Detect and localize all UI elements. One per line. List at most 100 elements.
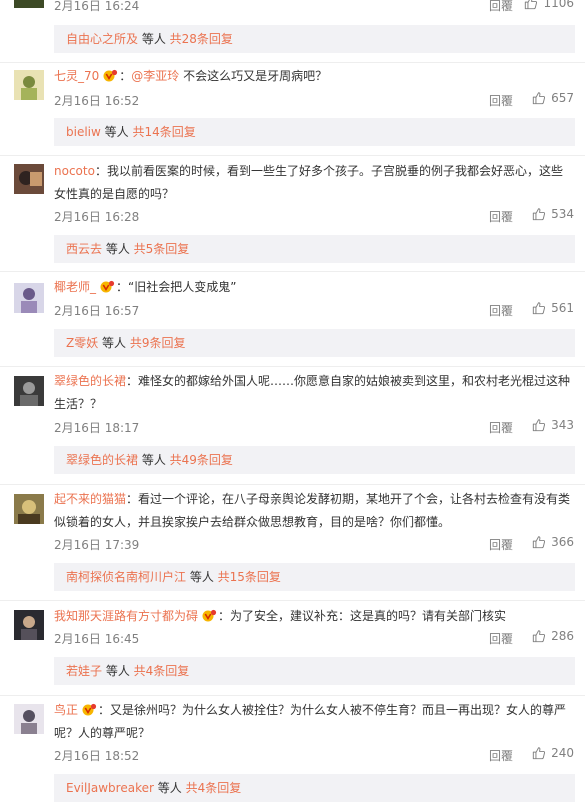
- reply-button[interactable]: 回覆: [489, 419, 513, 436]
- sub-reply-user[interactable]: 西云去: [66, 242, 102, 256]
- comment-text: 我以前看医案的时候，看到一些生了好多个孩子。子宫脱垂的例子我都会好恶心，这些女性…: [54, 164, 563, 201]
- comment-username[interactable]: 起不来的猫猫: [54, 492, 126, 506]
- divider: [0, 155, 585, 156]
- like-button[interactable]: 657: [532, 91, 574, 105]
- comment-username[interactable]: 鸟正: [54, 703, 78, 717]
- avatar[interactable]: [14, 376, 44, 406]
- comment-username[interactable]: 椰老师_: [54, 280, 96, 294]
- sub-reply-user[interactable]: 若娃子: [66, 664, 102, 678]
- like-count: 534: [551, 207, 574, 221]
- comment-separator: ：: [116, 280, 129, 294]
- reply-button[interactable]: 回覆: [489, 92, 513, 109]
- sub-reply-more-link[interactable]: 共49条回复: [170, 453, 233, 467]
- comment-body: 翠绿色的长裙：难怪女的都嫁给外国人呢……你愿意自家的姑娘被卖到这里，和农村老光棍…: [54, 370, 573, 416]
- divider: [0, 600, 585, 601]
- avatar[interactable]: [14, 0, 44, 8]
- like-count: 561: [551, 301, 574, 315]
- sub-reply-more-link[interactable]: 共14条回复: [132, 125, 195, 139]
- thumbs-up-icon: [532, 746, 546, 760]
- reply-button[interactable]: 回覆: [489, 302, 513, 319]
- thumbs-up-icon: [532, 91, 546, 105]
- comment-separator: ：: [126, 374, 139, 388]
- sub-replies-bar[interactable]: 南柯探侦名南柯川户江 等人 共15条回复: [54, 563, 575, 591]
- like-button[interactable]: 366: [532, 535, 574, 549]
- like-count: 657: [551, 91, 574, 105]
- sub-replies-bar[interactable]: 翠绿色的长裙 等人 共49条回复: [54, 446, 575, 474]
- like-button[interactable]: 534: [532, 207, 574, 221]
- like-button[interactable]: 286: [532, 629, 574, 643]
- reply-button[interactable]: 回覆: [489, 747, 513, 764]
- comment-date: 2月16日 17:39: [54, 538, 140, 552]
- like-count: 286: [551, 629, 574, 643]
- thumbs-up-icon: [532, 629, 546, 643]
- reply-button[interactable]: 回覆: [489, 0, 513, 14]
- like-button[interactable]: 561: [532, 301, 574, 315]
- sub-replies-bar[interactable]: EvilJawbreaker 等人 共4条回复: [54, 774, 575, 802]
- avatar[interactable]: [14, 70, 44, 100]
- sub-replies-bar[interactable]: 自由心之所及 等人 共28条回复: [54, 25, 575, 53]
- reply-button[interactable]: 回覆: [489, 630, 513, 647]
- divider: [0, 271, 585, 272]
- like-button[interactable]: 343: [532, 418, 574, 432]
- comment-username[interactable]: 我知那天涯路有方寸都为碍: [54, 609, 198, 623]
- sub-reply-mid: 等人: [102, 664, 134, 678]
- avatar[interactable]: [14, 610, 44, 640]
- avatar[interactable]: [14, 704, 44, 734]
- vip-badge-icon: [80, 703, 97, 716]
- sub-replies-bar[interactable]: 若娃子 等人 共4条回复: [54, 657, 575, 685]
- divider: [0, 484, 585, 485]
- comment-text: 又是徐州吗？为什么女人被拴住？为什么女人被不停生育？而且一再出现？女人的尊严呢？…: [54, 703, 567, 740]
- avatar[interactable]: [14, 164, 44, 194]
- sub-reply-user[interactable]: 翠绿色的长裙: [66, 453, 138, 467]
- sub-reply-user[interactable]: EvilJawbreaker: [66, 781, 154, 795]
- comment-body: 七灵_70 ：@李亚玲 不会这么巧又是牙周病吧？: [54, 65, 573, 88]
- avatar[interactable]: [14, 494, 44, 524]
- sub-replies-bar[interactable]: 西云去 等人 共5条回复: [54, 235, 575, 263]
- sub-reply-mid: 等人: [102, 242, 134, 256]
- sub-reply-more-link[interactable]: 共5条回复: [134, 242, 190, 256]
- thumbs-up-icon: [532, 207, 546, 221]
- sub-reply-more-link[interactable]: 共28条回复: [170, 32, 233, 46]
- thumbs-up-icon: [532, 418, 546, 432]
- comment-separator: ：: [94, 164, 107, 178]
- vip-badge-icon: [98, 280, 115, 293]
- reply-button[interactable]: 回覆: [489, 536, 513, 553]
- divider: [0, 62, 585, 63]
- sub-reply-more-link[interactable]: 共15条回复: [218, 570, 281, 584]
- comment-body: nocoto：我以前看医案的时候，看到一些生了好多个孩子。子宫脱垂的例子我都会好…: [54, 160, 573, 206]
- comment-separator: ：: [218, 609, 231, 623]
- like-count: 240: [551, 746, 574, 760]
- like-count: 366: [551, 535, 574, 549]
- sub-reply-mid: 等人: [186, 570, 218, 584]
- comment-username[interactable]: 翠绿色的长裙: [54, 374, 126, 388]
- sub-reply-user[interactable]: 南柯探侦名南柯川户江: [66, 570, 186, 584]
- sub-replies-bar[interactable]: bieliw 等人 共14条回复: [54, 118, 575, 146]
- divider: [0, 695, 585, 696]
- sub-reply-more-link[interactable]: 共9条回复: [130, 336, 186, 350]
- comment-body: 起不来的猫猫：看过一个评论，在八子母亲舆论发酵初期，某地开了个会，让各村去检查有…: [54, 488, 573, 534]
- sub-reply-mid: 等人: [153, 781, 186, 795]
- like-button[interactable]: 1106: [524, 0, 574, 10]
- comment-date: 2月16日 16:52: [54, 94, 140, 108]
- vip-badge-icon: [200, 609, 217, 622]
- comment-username[interactable]: nocoto: [54, 164, 95, 178]
- comment-username[interactable]: 七灵_70: [54, 69, 99, 83]
- sub-reply-mid: 等人: [98, 336, 130, 350]
- sub-reply-mid: 等人: [138, 453, 170, 467]
- comment-date: 2月16日 16:28: [54, 210, 140, 224]
- avatar[interactable]: [14, 283, 44, 313]
- sub-reply-user[interactable]: 自由心之所及: [66, 32, 138, 46]
- comment-separator: ：: [119, 69, 132, 83]
- reply-button[interactable]: 回覆: [489, 208, 513, 225]
- sub-reply-mid: 等人: [138, 32, 170, 46]
- mention-link[interactable]: @李亚玲: [131, 69, 179, 83]
- sub-reply-user[interactable]: bieliw: [66, 125, 101, 139]
- like-button[interactable]: 240: [532, 746, 574, 760]
- comment-body: 鸟正 ：又是徐州吗？为什么女人被拴住？为什么女人被不停生育？而且一再出现？女人的尊…: [54, 699, 573, 745]
- sub-replies-bar[interactable]: Z零妖 等人 共9条回复: [54, 329, 575, 357]
- sub-reply-user[interactable]: Z零妖: [66, 336, 98, 350]
- sub-reply-more-link[interactable]: 共4条回复: [186, 781, 242, 795]
- sub-reply-mid: 等人: [100, 125, 133, 139]
- sub-reply-more-link[interactable]: 共4条回复: [134, 664, 190, 678]
- comment-date: 2月16日 16:45: [54, 632, 140, 646]
